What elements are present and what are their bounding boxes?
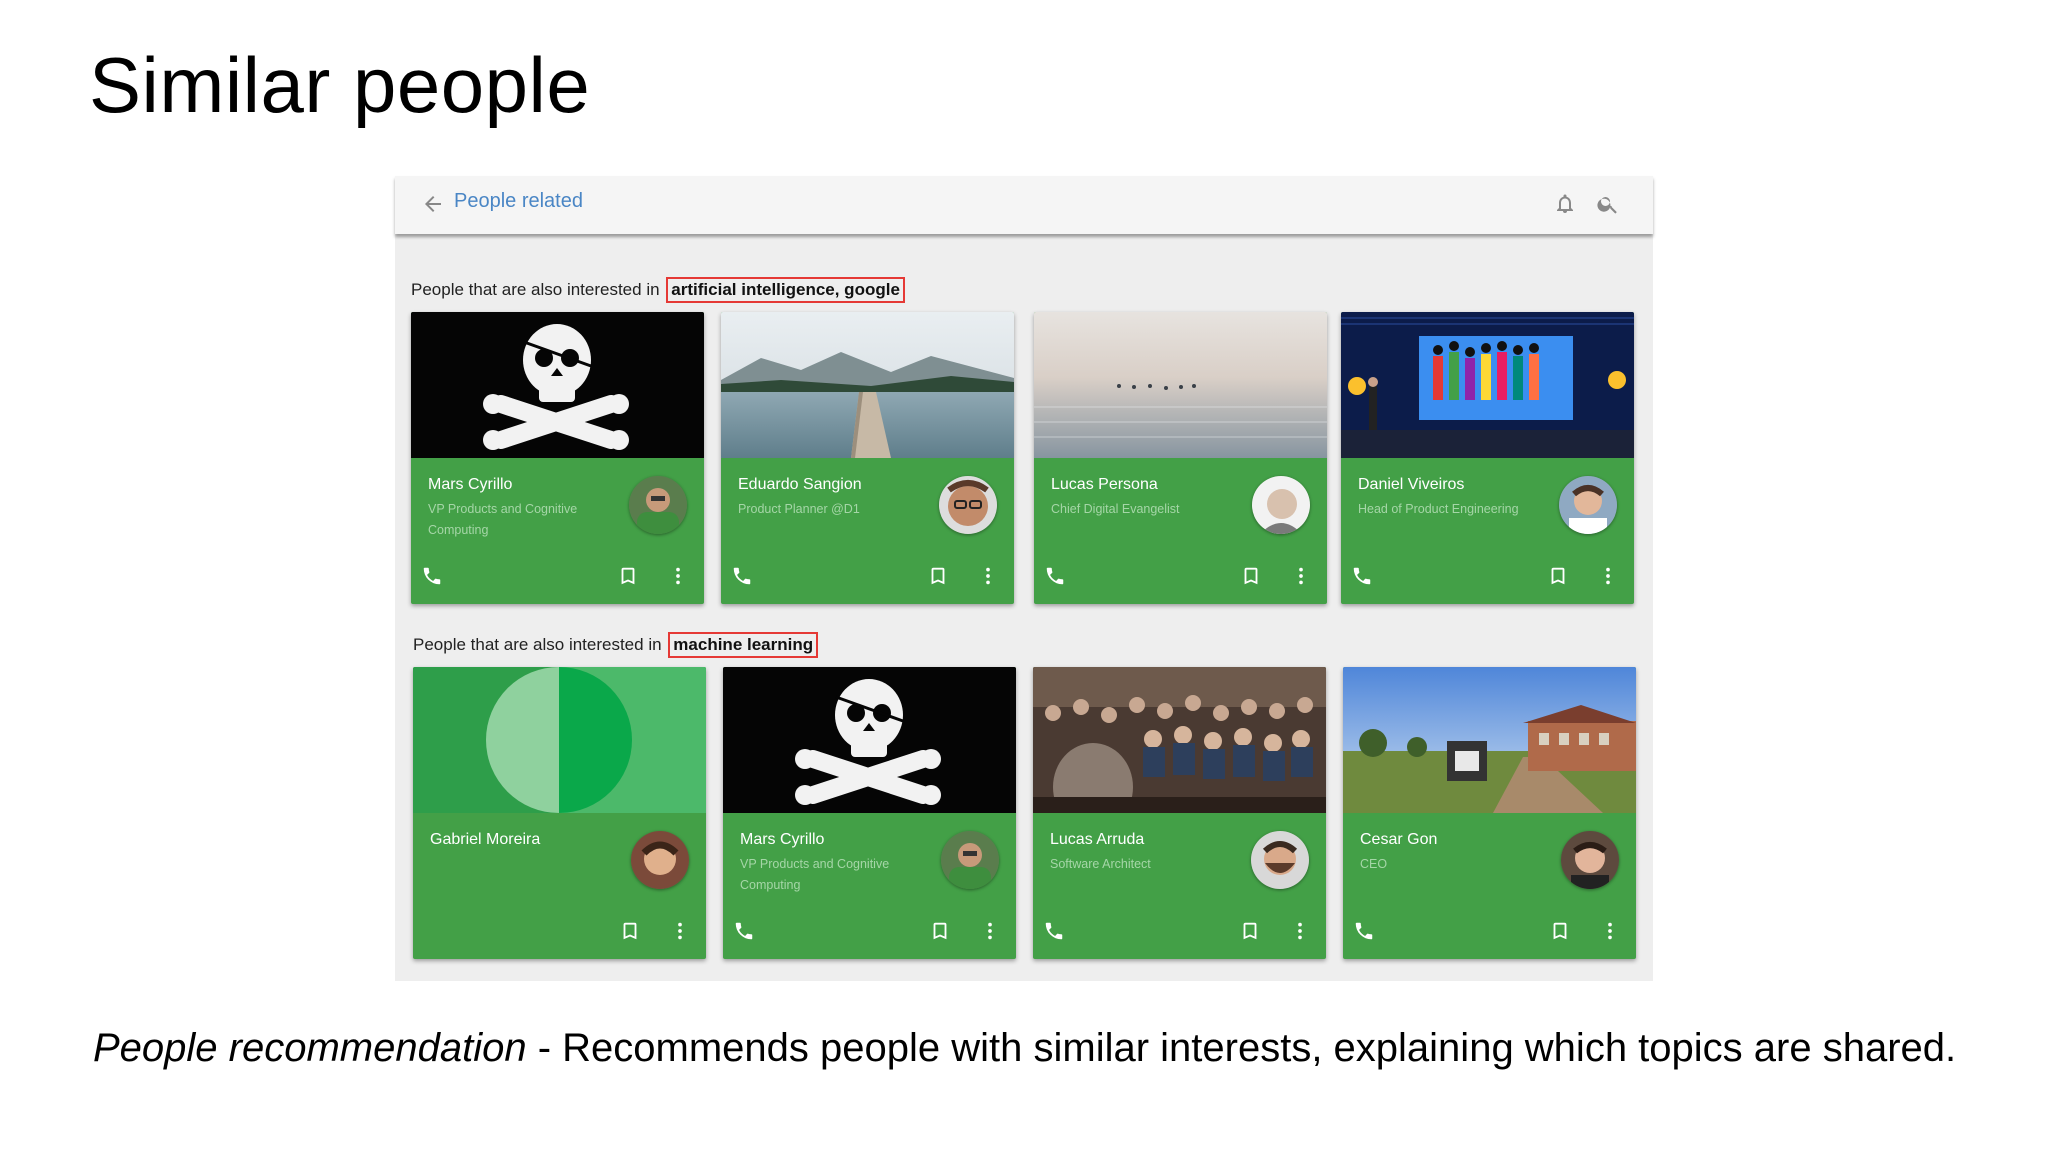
person-card[interactable]: Mars Cyrillo VP Products and Cognitive C… xyxy=(723,667,1016,959)
person-card[interactable]: Lucas Persona Chief Digital Evangelist xyxy=(1034,312,1327,604)
bookmark-icon[interactable] xyxy=(617,565,639,587)
person-name: Lucas Persona xyxy=(1051,476,1158,493)
person-name: Lucas Arruda xyxy=(1050,831,1145,848)
person-name: Mars Cyrillo xyxy=(428,476,513,493)
bell-icon[interactable] xyxy=(1553,192,1577,216)
more-vert-icon[interactable] xyxy=(1289,920,1311,942)
bookmark-icon[interactable] xyxy=(929,920,951,942)
slide-title: Similar people xyxy=(89,41,591,129)
more-vert-icon[interactable] xyxy=(667,565,689,587)
slide-caption: People recommendation - Recommends peopl… xyxy=(93,1026,1956,1071)
person-card[interactable]: Gabriel Moreira xyxy=(413,667,706,959)
person-role: Chief Digital Evangelist xyxy=(1051,502,1180,516)
person-name: Eduardo Sangion xyxy=(738,476,862,493)
person-role: Head of Product Engineering xyxy=(1358,502,1519,516)
phone-icon[interactable] xyxy=(1043,920,1065,942)
avatar xyxy=(1252,476,1310,534)
bookmark-icon[interactable] xyxy=(927,565,949,587)
person-card[interactable]: Lucas Arruda Software Architect xyxy=(1033,667,1326,959)
person-name: Daniel Viveiros xyxy=(1358,476,1465,493)
app-screenshot: People related People that are also inte… xyxy=(395,176,1653,981)
more-vert-icon[interactable] xyxy=(1597,565,1619,587)
arrow-left-icon[interactable] xyxy=(421,192,445,216)
bookmark-icon[interactable] xyxy=(619,920,641,942)
avatar xyxy=(1559,476,1617,534)
more-vert-icon[interactable] xyxy=(979,920,1001,942)
section-prefix: People that are also interested in xyxy=(413,635,662,654)
app-bar: People related xyxy=(395,176,1653,234)
person-role: Product Planner @D1 xyxy=(738,502,860,516)
cover-image xyxy=(1341,312,1634,458)
phone-icon[interactable] xyxy=(1044,565,1066,587)
person-role: VP Products and Cognitive Computing xyxy=(740,857,890,892)
bookmark-icon[interactable] xyxy=(1239,920,1261,942)
cover-image xyxy=(1343,667,1636,813)
person-name: Mars Cyrillo xyxy=(740,831,825,848)
caption-text: - Recommends people with similar interes… xyxy=(526,1026,1957,1070)
page-title: People related xyxy=(454,190,583,212)
cover-image xyxy=(411,312,704,458)
avatar xyxy=(939,476,997,534)
bookmark-icon[interactable] xyxy=(1549,920,1571,942)
more-vert-icon[interactable] xyxy=(977,565,999,587)
person-card[interactable]: Mars Cyrillo VP Products and Cognitive C… xyxy=(411,312,704,604)
section-label-2: People that are also interested in machi… xyxy=(413,632,819,658)
bookmark-icon[interactable] xyxy=(1240,565,1262,587)
cover-image xyxy=(1034,312,1327,458)
caption-italic: People recommendation xyxy=(93,1026,527,1070)
phone-icon[interactable] xyxy=(1351,565,1373,587)
shared-topics-highlight: artificial intelligence, google xyxy=(666,277,905,303)
person-card[interactable]: Eduardo Sangion Product Planner @D1 xyxy=(721,312,1014,604)
more-vert-icon[interactable] xyxy=(1290,565,1312,587)
cover-image xyxy=(721,312,1014,458)
more-vert-icon[interactable] xyxy=(1599,920,1621,942)
phone-icon[interactable] xyxy=(1353,920,1375,942)
person-name: Cesar Gon xyxy=(1360,831,1438,848)
phone-icon[interactable] xyxy=(733,920,755,942)
person-card[interactable]: Cesar Gon CEO xyxy=(1343,667,1636,959)
person-card[interactable]: Daniel Viveiros Head of Product Engineer… xyxy=(1341,312,1634,604)
person-name: Gabriel Moreira xyxy=(430,831,541,848)
person-role: CEO xyxy=(1360,857,1388,871)
cover-image xyxy=(723,667,1016,813)
avatar xyxy=(631,831,689,889)
section-prefix: People that are also interested in xyxy=(411,280,660,299)
search-icon[interactable] xyxy=(1596,192,1620,216)
phone-icon[interactable] xyxy=(421,565,443,587)
cover-image xyxy=(1033,667,1326,813)
avatar xyxy=(629,476,687,534)
section-label-1: People that are also interested in artif… xyxy=(411,277,905,303)
bookmark-icon[interactable] xyxy=(1547,565,1569,587)
phone-icon[interactable] xyxy=(731,565,753,587)
more-vert-icon[interactable] xyxy=(669,920,691,942)
shared-topics-highlight: machine learning xyxy=(668,632,819,658)
person-role: VP Products and Cognitive Computing xyxy=(428,502,578,537)
cover-image xyxy=(413,667,706,813)
person-role: Software Architect xyxy=(1050,857,1151,871)
avatar xyxy=(941,831,999,889)
avatar xyxy=(1251,831,1309,889)
avatar xyxy=(1561,831,1619,889)
